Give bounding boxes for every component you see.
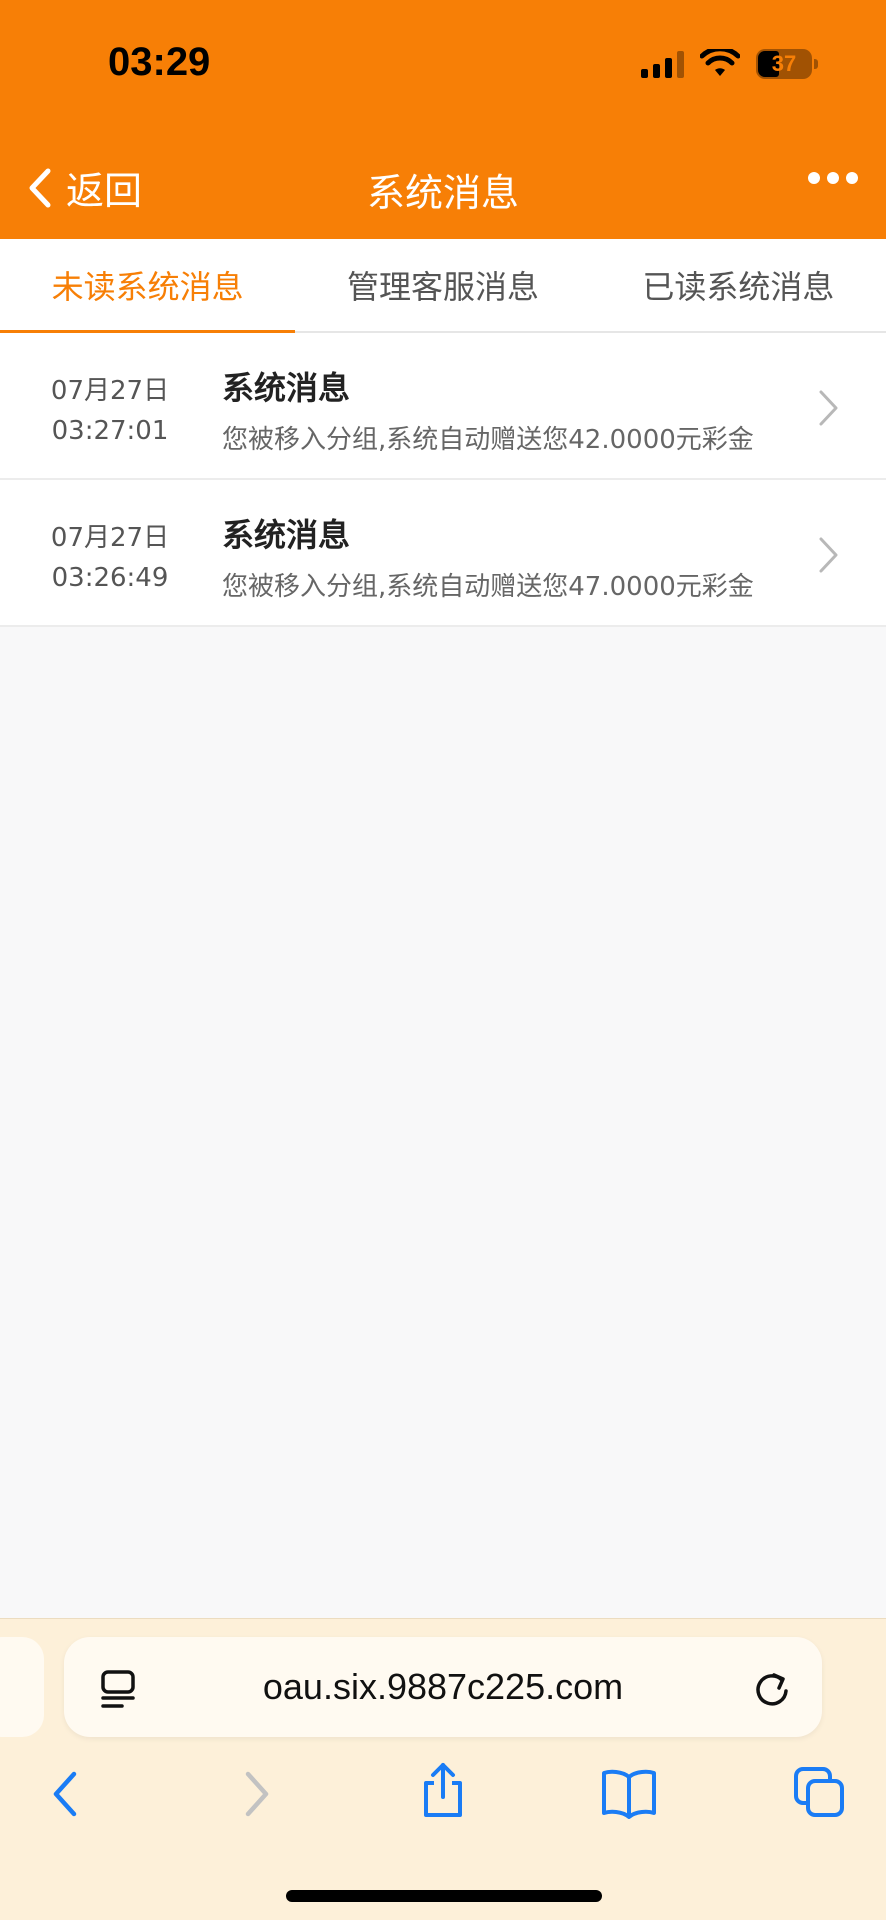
message-date: 07月27日 bbox=[50, 523, 170, 553]
message-time: 03:27:01 bbox=[51, 416, 169, 446]
address-bar[interactable]: oau.six.9887c225.com bbox=[64, 1637, 822, 1737]
message-time: 03:26:49 bbox=[51, 563, 169, 593]
home-indicator bbox=[286, 1890, 602, 1902]
battery-level: 37 bbox=[771, 51, 797, 76]
message-list: 07月27日 03:27:01 系统消息 您被移入分组,系统自动赠送您42.00… bbox=[0, 333, 886, 627]
browser-back-icon[interactable] bbox=[50, 1769, 80, 1819]
browser-forward-icon[interactable] bbox=[242, 1769, 272, 1819]
tab-read-system[interactable]: 已读系统消息 bbox=[591, 239, 886, 331]
cellular-signal-icon bbox=[641, 50, 684, 78]
share-icon[interactable] bbox=[418, 1761, 468, 1821]
tab-admin-support[interactable]: 管理客服消息 bbox=[295, 239, 590, 331]
status-icons: 37 bbox=[641, 46, 818, 82]
message-title: 系统消息 bbox=[222, 369, 351, 407]
message-datetime: 07月27日 03:27:01 bbox=[22, 371, 198, 451]
bookmarks-icon[interactable] bbox=[600, 1767, 658, 1819]
message-tabs: 未读系统消息 管理客服消息 已读系统消息 bbox=[0, 239, 886, 333]
reload-icon[interactable] bbox=[752, 1667, 792, 1709]
chevron-right-icon bbox=[819, 390, 838, 426]
url-text: oau.six.9887c225.com bbox=[262, 1666, 624, 1707]
ellipsis-icon bbox=[808, 172, 820, 184]
message-preview: 您被移入分组,系统自动赠送您47.0000元彩金 bbox=[222, 572, 754, 602]
chevron-right-icon bbox=[819, 537, 838, 573]
message-date: 07月27日 bbox=[50, 376, 170, 406]
wifi-icon bbox=[700, 49, 740, 76]
tab-unread-system[interactable]: 未读系统消息 bbox=[0, 239, 296, 333]
message-preview: 您被移入分组,系统自动赠送您42.0000元彩金 bbox=[222, 425, 754, 455]
message-row[interactable]: 07月27日 03:26:49 系统消息 您被移入分组,系统自动赠送您47.00… bbox=[0, 480, 886, 627]
message-datetime: 07月27日 03:26:49 bbox=[22, 518, 198, 598]
browser-toolbar: oau.six.9887c225.com bbox=[0, 1618, 886, 1920]
message-title: 系统消息 bbox=[222, 516, 351, 554]
page-title: 系统消息 bbox=[366, 171, 519, 215]
more-button[interactable] bbox=[808, 172, 858, 184]
browser-nav bbox=[0, 1763, 886, 1849]
status-time: 03:29 bbox=[108, 40, 211, 84]
previous-tab-preview[interactable] bbox=[0, 1637, 44, 1737]
tabs-overview-icon[interactable] bbox=[792, 1765, 846, 1819]
message-row[interactable]: 07月27日 03:27:01 系统消息 您被移入分组,系统自动赠送您42.00… bbox=[0, 333, 886, 480]
app-header: 03:29 37 返回 系统消息 bbox=[0, 0, 886, 239]
battery-icon: 37 bbox=[756, 49, 818, 79]
